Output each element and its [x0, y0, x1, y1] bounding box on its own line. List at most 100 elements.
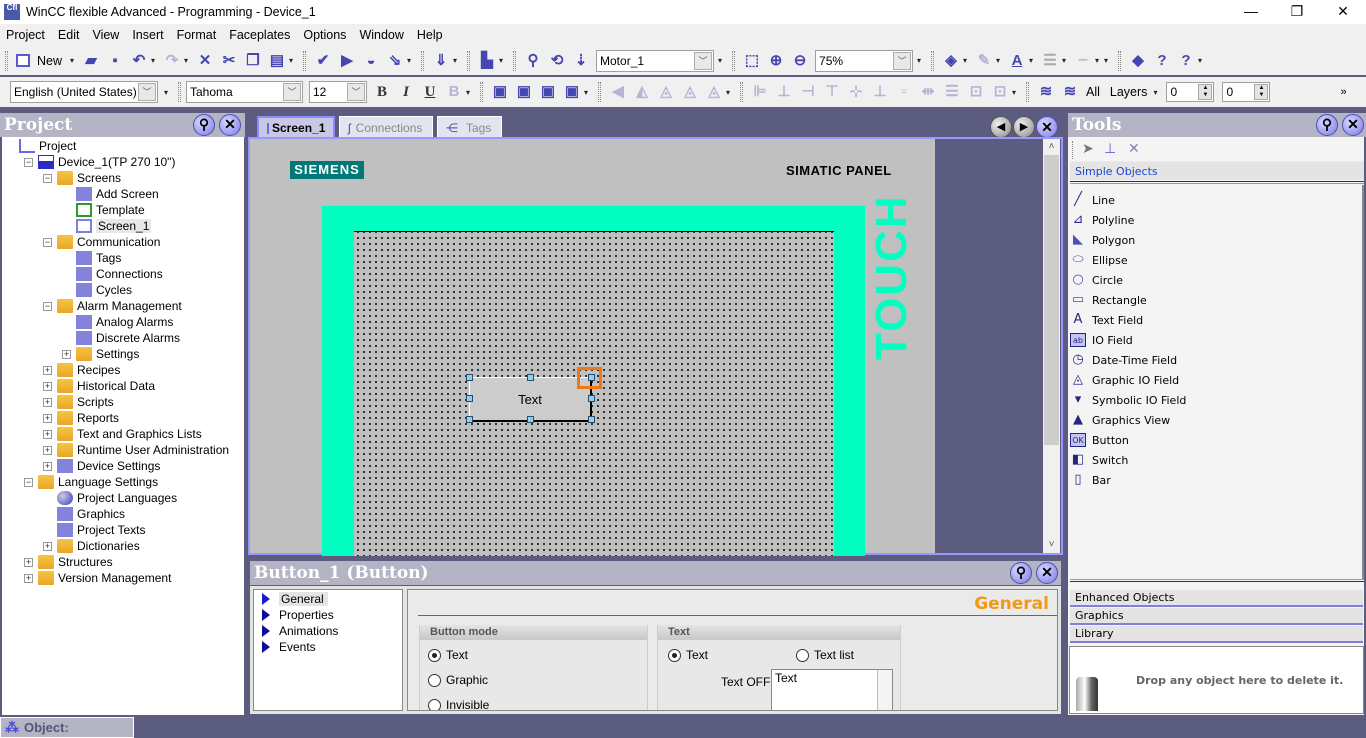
align-right-icon[interactable]: ⊣ — [799, 83, 817, 101]
tree-item[interactable]: Project — [19, 138, 76, 154]
tree-item[interactable]: Graphics — [57, 506, 125, 522]
tree-item[interactable]: Connections — [76, 266, 163, 282]
same-size-height-icon[interactable]: ⊡ — [991, 83, 1009, 101]
section-splitter-bottom[interactable] — [1070, 579, 1364, 582]
line-color-dropdown[interactable]: ▾ — [996, 56, 1003, 65]
layer-up-icon[interactable]: ≋ — [1061, 83, 1079, 101]
toolbar-overflow[interactable]: ▾ — [584, 88, 591, 97]
scroll-down-icon[interactable]: ˅ — [1043, 537, 1060, 553]
distribute-icon[interactable]: ▫ — [895, 83, 913, 101]
toolbar-overflow[interactable]: ▾ — [289, 56, 296, 65]
align-left-icon[interactable]: ⊫ — [751, 83, 769, 101]
stamp-icon[interactable]: ⊥ — [1104, 140, 1116, 157]
bring-forward-icon[interactable]: ▣ — [539, 83, 557, 101]
menu-options[interactable]: Options — [303, 28, 346, 42]
save-icon[interactable]: ▪ — [106, 52, 124, 70]
field-scrollbar[interactable] — [877, 670, 892, 710]
minimize-button[interactable]: — — [1228, 0, 1274, 24]
toolbar-grip[interactable] — [740, 82, 743, 102]
toolbar-grip[interactable] — [732, 50, 736, 71]
close-icon[interactable]: ✕ — [1342, 114, 1364, 136]
radio-text-static[interactable]: Text — [668, 648, 708, 662]
resize-handle[interactable] — [466, 374, 473, 381]
tool-line[interactable]: ╱ Line — [1070, 191, 1115, 209]
tool-switch[interactable]: ◧ Switch — [1070, 451, 1129, 469]
font-combo[interactable]: Tahoma ﹀ — [186, 81, 303, 103]
tab-screen-1[interactable]: Screen_1 — [257, 116, 335, 138]
toolbar-overflow[interactable]: ▾ — [499, 56, 506, 65]
align-center-icon[interactable]: ⊥ — [775, 83, 793, 101]
font-color-dropdown[interactable]: ▾ — [1029, 56, 1036, 65]
tools-icon[interactable]: ✕ — [1128, 140, 1140, 157]
section-graphics[interactable]: Graphics — [1070, 608, 1363, 625]
same-height-icon[interactable]: ☰ — [943, 83, 961, 101]
tree-item[interactable]: Project Texts — [57, 522, 145, 538]
chevron-down-icon[interactable]: ﹀ — [283, 83, 301, 101]
toolbar-grip[interactable] — [1072, 141, 1076, 159]
redo-icon[interactable]: ↷ — [163, 52, 181, 70]
simulate-icon[interactable]: ◒ — [362, 52, 380, 70]
radio-invisible[interactable]: Invisible — [428, 698, 489, 710]
layer-spin-2[interactable]: 0 ▲ ▼ — [1222, 82, 1271, 102]
toolbar-overflow[interactable]: ▾ — [917, 56, 924, 65]
strikethrough-icon[interactable]: B — [445, 83, 463, 101]
help-topics-icon[interactable]: ? — [1153, 52, 1171, 70]
tool-date-time-field[interactable]: ◷ Date-Time Field — [1070, 351, 1177, 369]
resize-handle[interactable] — [527, 374, 534, 381]
new-dropdown[interactable]: ▾ — [70, 56, 77, 65]
tree-item[interactable]: Runtime User Administration — [57, 442, 229, 458]
collapse-icon[interactable]: − — [24, 478, 33, 487]
cross-reference-icon[interactable]: ▙ — [478, 52, 496, 70]
toolbar-overflow[interactable]: ▾ — [1012, 88, 1019, 97]
pointer-icon[interactable]: ➤ — [1082, 140, 1094, 157]
menu-window[interactable]: Window — [359, 28, 403, 42]
zoom-area-icon[interactable]: ⬚ — [743, 52, 761, 70]
same-size-width-icon[interactable]: ⊡ — [967, 83, 985, 101]
tree-item[interactable]: Add Screen — [76, 186, 159, 202]
help-book-icon[interactable]: ◆ — [1129, 52, 1147, 70]
undo-dropdown[interactable]: ▾ — [151, 56, 158, 65]
toolbar-grip[interactable] — [303, 50, 307, 71]
transfer-icon[interactable]: ⇘ — [386, 52, 404, 70]
tree-item[interactable]: Scripts — [57, 394, 114, 410]
toolbar-grip[interactable] — [467, 50, 471, 71]
chevron-down-icon[interactable]: ﹀ — [893, 51, 912, 70]
toolbar-overflow[interactable]: ▾ — [718, 56, 725, 65]
tool-graphics-view[interactable]: ▲ Graphics View — [1070, 411, 1170, 429]
toolbar-overflow[interactable]: ▾ — [1104, 56, 1111, 65]
radio-graphic[interactable]: Graphic — [428, 673, 488, 687]
expand-icon[interactable]: + — [24, 558, 33, 567]
check-consistency-icon[interactable]: ✔ — [314, 52, 332, 70]
resize-handle[interactable] — [466, 416, 473, 423]
tool-circle[interactable]: ○ Circle — [1070, 271, 1123, 289]
previous-tab-icon[interactable]: ◀ — [990, 116, 1012, 138]
menu-insert[interactable]: Insert — [132, 28, 163, 42]
tool-graphic-io-field[interactable]: ◬ Graphic IO Field — [1070, 371, 1179, 389]
section-enhanced-objects[interactable]: Enhanced Objects — [1070, 590, 1363, 607]
toolbar-grip[interactable] — [421, 50, 425, 71]
scroll-up-icon[interactable]: ˄ — [1043, 139, 1060, 155]
toolbar-grip[interactable] — [1118, 50, 1122, 71]
spin-arrows-icon[interactable]: ▲ ▼ — [1254, 84, 1269, 100]
resize-handle[interactable] — [588, 416, 595, 423]
fill-color-icon[interactable]: ◈ — [942, 52, 960, 70]
flip-horizontal-icon[interactable]: ◭ — [633, 83, 651, 101]
nav-general[interactable]: General — [262, 592, 328, 606]
send-to-back-icon[interactable]: ▣ — [515, 83, 533, 101]
tree-item[interactable]: Device_1(TP 270 10") — [38, 154, 175, 170]
bold-button[interactable]: B — [373, 83, 391, 101]
fill-color-dropdown[interactable]: ▾ — [963, 56, 970, 65]
delete-icon[interactable]: ✕ — [196, 52, 214, 70]
line-width-dropdown[interactable]: ▾ — [1062, 56, 1069, 65]
delete-drop-zone[interactable]: Drop any object here to delete it. — [1069, 646, 1364, 714]
toolbar-overflow-chevron[interactable]: » — [1340, 86, 1346, 98]
zoom-combo[interactable]: 75% ﹀ — [815, 49, 914, 72]
copy-icon[interactable]: ❐ — [244, 52, 262, 70]
align-top-icon[interactable]: ⊤ — [823, 83, 841, 101]
toolbar-grip[interactable] — [178, 82, 181, 102]
download-icon[interactable]: ⇓ — [432, 52, 450, 70]
tree-item[interactable]: Structures — [38, 554, 113, 570]
nav-properties[interactable]: Properties — [262, 608, 334, 622]
tree-item[interactable]: Dictionaries — [57, 538, 140, 554]
menu-format[interactable]: Format — [177, 28, 217, 42]
